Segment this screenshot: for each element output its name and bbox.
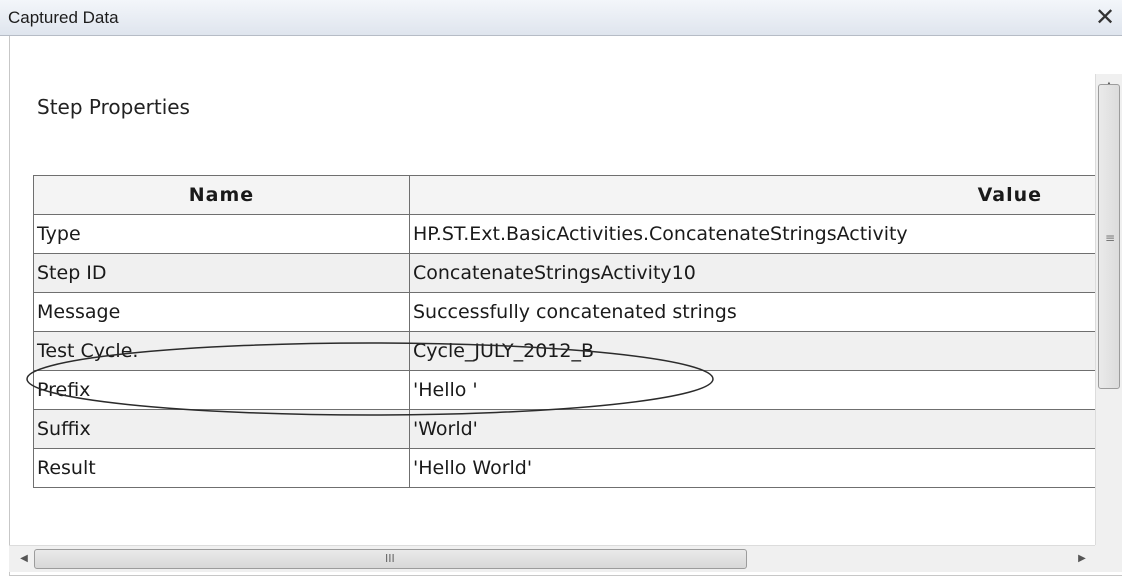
cell-name: Test Cycle.: [33, 331, 410, 371]
table-row[interactable]: Result 'Hello World': [33, 448, 1122, 488]
cell-name: Step ID: [33, 253, 410, 293]
cell-name: Result: [33, 448, 410, 488]
cell-value: ConcatenateStringsActivity10: [409, 253, 1122, 293]
cell-value: 'Hello ': [409, 370, 1122, 410]
captured-data-window: Captured Data ✕ Step Properties Name Val…: [0, 0, 1122, 584]
table-row[interactable]: Type HP.ST.Ext.BasicActivities.Concatena…: [33, 214, 1122, 254]
close-icon[interactable]: ✕: [1092, 4, 1118, 30]
grip-icon: III: [385, 552, 395, 565]
column-header-value[interactable]: Value: [409, 175, 1122, 215]
scrollbar-corner: [1095, 545, 1122, 572]
horizontal-scrollbar[interactable]: ◀ III ▶: [9, 545, 1095, 572]
section-heading: Step Properties: [37, 95, 190, 119]
vertical-scroll-thumb[interactable]: ≡: [1098, 84, 1120, 389]
cell-name: Type: [33, 214, 410, 254]
table-row[interactable]: Suffix 'World': [33, 409, 1122, 449]
cell-value: 'World': [409, 409, 1122, 449]
table-row[interactable]: Prefix 'Hello ': [33, 370, 1122, 410]
grip-icon: ≡: [1105, 231, 1116, 245]
scroll-left-icon[interactable]: ◀: [13, 546, 35, 572]
table-header-row: Name Value: [33, 175, 1122, 215]
cell-value: Cycle_JULY_2012_B: [409, 331, 1122, 371]
cell-name: Suffix: [33, 409, 410, 449]
step-properties-table: Name Value Type HP.ST.Ext.BasicActivitie…: [33, 175, 1122, 488]
cell-value: HP.ST.Ext.BasicActivities.ConcatenateStr…: [409, 214, 1122, 254]
vertical-scrollbar[interactable]: ▲ ≡ ▼: [1095, 74, 1122, 570]
cell-value: Successfully concatenated strings: [409, 292, 1122, 332]
cell-name: Message: [33, 292, 410, 332]
cell-value: 'Hello World': [409, 448, 1122, 488]
table-row[interactable]: Message Successfully concatenated string…: [33, 292, 1122, 332]
cell-name: Prefix: [33, 370, 410, 410]
scroll-right-icon[interactable]: ▶: [1071, 546, 1093, 572]
column-header-name[interactable]: Name: [33, 175, 410, 215]
window-title: Captured Data: [8, 8, 119, 27]
table-row[interactable]: Test Cycle. Cycle_JULY_2012_B: [33, 331, 1122, 371]
title-bar[interactable]: Captured Data ✕: [0, 0, 1122, 36]
table-row[interactable]: Step ID ConcatenateStringsActivity10: [33, 253, 1122, 293]
horizontal-scroll-thumb[interactable]: III: [34, 549, 747, 569]
